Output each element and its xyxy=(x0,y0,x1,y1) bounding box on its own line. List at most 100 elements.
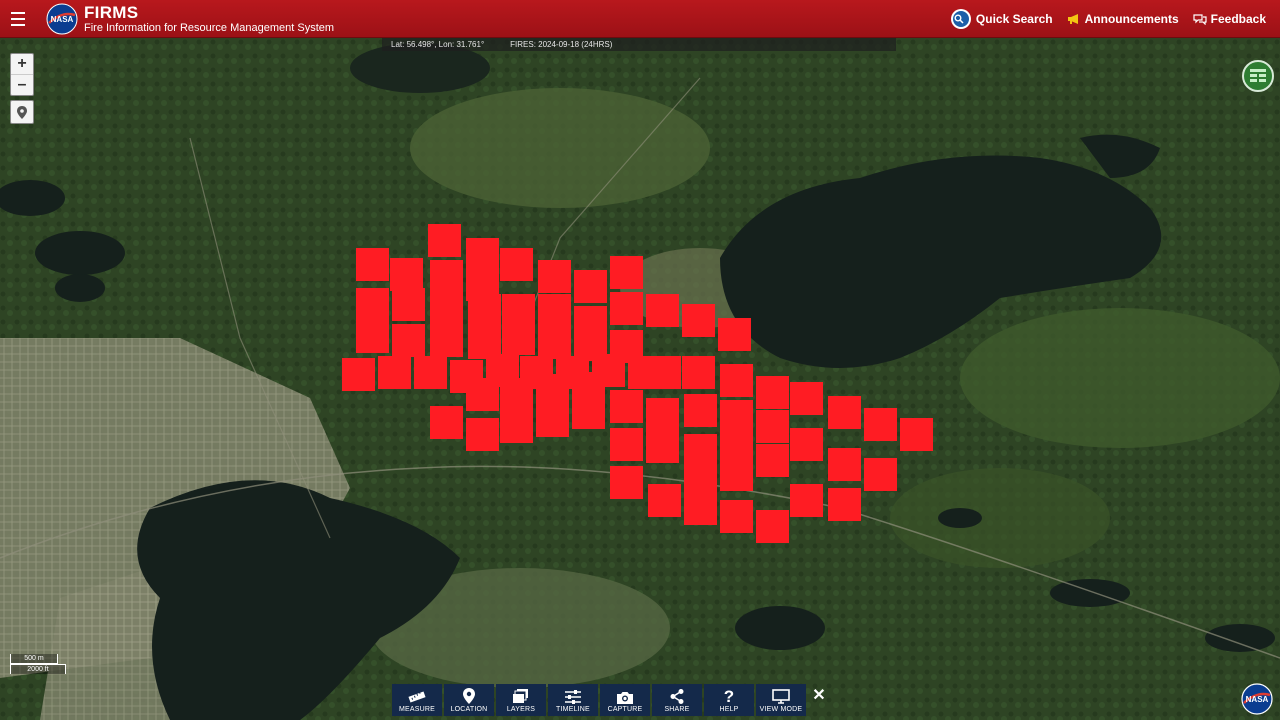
fire-detection-pixel[interactable] xyxy=(430,406,463,439)
fire-detection-pixel[interactable] xyxy=(790,382,823,415)
fire-detection-pixel[interactable] xyxy=(720,428,753,461)
fire-detection-pixel[interactable] xyxy=(720,364,753,397)
fire-detection-pixel[interactable] xyxy=(720,458,753,491)
measure-button[interactable]: MEASURE xyxy=(392,684,442,716)
fire-detection-pixel[interactable] xyxy=(684,460,717,493)
view-mode-button[interactable]: VIEW MODE xyxy=(756,684,806,716)
fire-detection-pixel[interactable] xyxy=(466,378,499,411)
nasa-badge-icon[interactable]: NASA xyxy=(1240,682,1274,716)
fires-date-text: FIRES: 2024-09-18 (24HRS) xyxy=(510,40,613,49)
help-label: HELP xyxy=(719,706,739,713)
close-toolbar-button[interactable]: ✕ xyxy=(808,684,830,706)
fire-detections-layer[interactable] xyxy=(0,38,1280,720)
fire-detection-pixel[interactable] xyxy=(466,238,499,271)
chat-bubbles-icon xyxy=(1193,13,1207,25)
fire-detection-pixel[interactable] xyxy=(430,292,463,325)
fire-detection-pixel[interactable] xyxy=(430,260,463,293)
capture-button[interactable]: CAPTURE xyxy=(600,684,650,716)
fire-detection-pixel[interactable] xyxy=(756,510,789,543)
fire-detection-pixel[interactable] xyxy=(538,260,571,293)
fire-detection-pixel[interactable] xyxy=(536,404,569,437)
announcements-button[interactable]: Announcements xyxy=(1067,12,1179,26)
fire-detection-pixel[interactable] xyxy=(378,356,411,389)
fire-detection-pixel[interactable] xyxy=(574,270,607,303)
zoom-out-button[interactable]: – xyxy=(11,74,33,95)
timeline-button[interactable]: TIMELINE xyxy=(548,684,598,716)
hamburger-icon[interactable] xyxy=(0,0,36,37)
fire-detection-pixel[interactable] xyxy=(468,294,501,327)
help-button[interactable]: ? HELP xyxy=(704,684,754,716)
fire-detection-pixel[interactable] xyxy=(538,326,571,359)
location-button[interactable]: LOCATION xyxy=(444,684,494,716)
fire-detection-pixel[interactable] xyxy=(684,492,717,525)
fire-detection-pixel[interactable] xyxy=(392,288,425,321)
fire-detection-pixel[interactable] xyxy=(756,410,789,443)
fire-detection-pixel[interactable] xyxy=(466,418,499,451)
fire-detection-pixel[interactable] xyxy=(428,224,461,257)
fire-detection-pixel[interactable] xyxy=(356,248,389,281)
fire-detection-pixel[interactable] xyxy=(864,408,897,441)
fire-detection-pixel[interactable] xyxy=(500,378,533,411)
svg-text:?: ? xyxy=(724,688,734,704)
fire-detection-pixel[interactable] xyxy=(756,444,789,477)
feedback-button[interactable]: Feedback xyxy=(1193,12,1266,26)
layer-list-button[interactable] xyxy=(1242,60,1274,92)
fire-detection-pixel[interactable] xyxy=(610,292,643,325)
quick-search-button[interactable]: Quick Search xyxy=(950,8,1053,29)
fire-detection-pixel[interactable] xyxy=(790,484,823,517)
announcements-label: Announcements xyxy=(1084,11,1179,26)
fire-detection-pixel[interactable] xyxy=(572,372,605,405)
nasa-logo-icon[interactable]: NASA xyxy=(46,3,78,35)
monitor-icon xyxy=(772,689,790,704)
fire-detection-pixel[interactable] xyxy=(610,256,643,289)
fire-detection-pixel[interactable] xyxy=(828,448,861,481)
fire-detection-pixel[interactable] xyxy=(538,294,571,327)
question-icon: ? xyxy=(724,688,734,704)
fire-detection-pixel[interactable] xyxy=(392,324,425,357)
fire-detection-pixel[interactable] xyxy=(828,396,861,429)
capture-label: CAPTURE xyxy=(607,706,643,713)
fire-detection-pixel[interactable] xyxy=(756,376,789,409)
fire-detection-pixel[interactable] xyxy=(430,324,463,357)
fire-detection-pixel[interactable] xyxy=(900,418,933,451)
map-view[interactable] xyxy=(0,38,1280,720)
fire-detection-pixel[interactable] xyxy=(828,488,861,521)
zoom-control: + – xyxy=(10,53,34,96)
fire-detection-pixel[interactable] xyxy=(536,374,569,407)
share-button[interactable]: SHARE xyxy=(652,684,702,716)
fire-detection-pixel[interactable] xyxy=(684,394,717,427)
feedback-label: Feedback xyxy=(1210,11,1266,26)
fire-detection-pixel[interactable] xyxy=(646,294,679,327)
fire-detection-pixel[interactable] xyxy=(342,358,375,391)
zoom-in-button[interactable]: + xyxy=(11,54,33,74)
fire-detection-pixel[interactable] xyxy=(682,304,715,337)
fire-detection-pixel[interactable] xyxy=(500,410,533,443)
fire-detection-pixel[interactable] xyxy=(648,484,681,517)
fire-detection-pixel[interactable] xyxy=(646,398,679,431)
fire-detection-pixel[interactable] xyxy=(682,356,715,389)
map-pin-icon xyxy=(17,105,27,119)
fire-detection-pixel[interactable] xyxy=(610,390,643,423)
svg-text:NASA: NASA xyxy=(1246,695,1269,704)
fire-detection-pixel[interactable] xyxy=(500,248,533,281)
fire-detection-pixel[interactable] xyxy=(390,258,423,291)
fire-detection-pixel[interactable] xyxy=(610,428,643,461)
fire-detection-pixel[interactable] xyxy=(356,288,389,321)
fire-detection-pixel[interactable] xyxy=(502,322,535,355)
fire-detection-pixel[interactable] xyxy=(648,356,681,389)
fire-detection-pixel[interactable] xyxy=(720,500,753,533)
fire-detection-pixel[interactable] xyxy=(864,458,897,491)
fire-detection-pixel[interactable] xyxy=(356,320,389,353)
layers-button[interactable]: LAYERS xyxy=(496,684,546,716)
bottom-toolbar: MEASURE LOCATION LAYERS TIMELINE CAPTURE… xyxy=(392,684,830,716)
fire-detection-pixel[interactable] xyxy=(610,466,643,499)
fire-detection-pixel[interactable] xyxy=(646,430,679,463)
fire-detection-pixel[interactable] xyxy=(414,356,447,389)
app-title: FIRMS xyxy=(84,2,139,22)
megaphone-icon xyxy=(1067,13,1078,24)
measure-label: MEASURE xyxy=(398,706,436,713)
fire-detection-pixel[interactable] xyxy=(790,428,823,461)
fire-detection-pixel[interactable] xyxy=(718,318,751,351)
my-location-button[interactable] xyxy=(10,100,34,124)
ruler-icon xyxy=(408,691,426,703)
